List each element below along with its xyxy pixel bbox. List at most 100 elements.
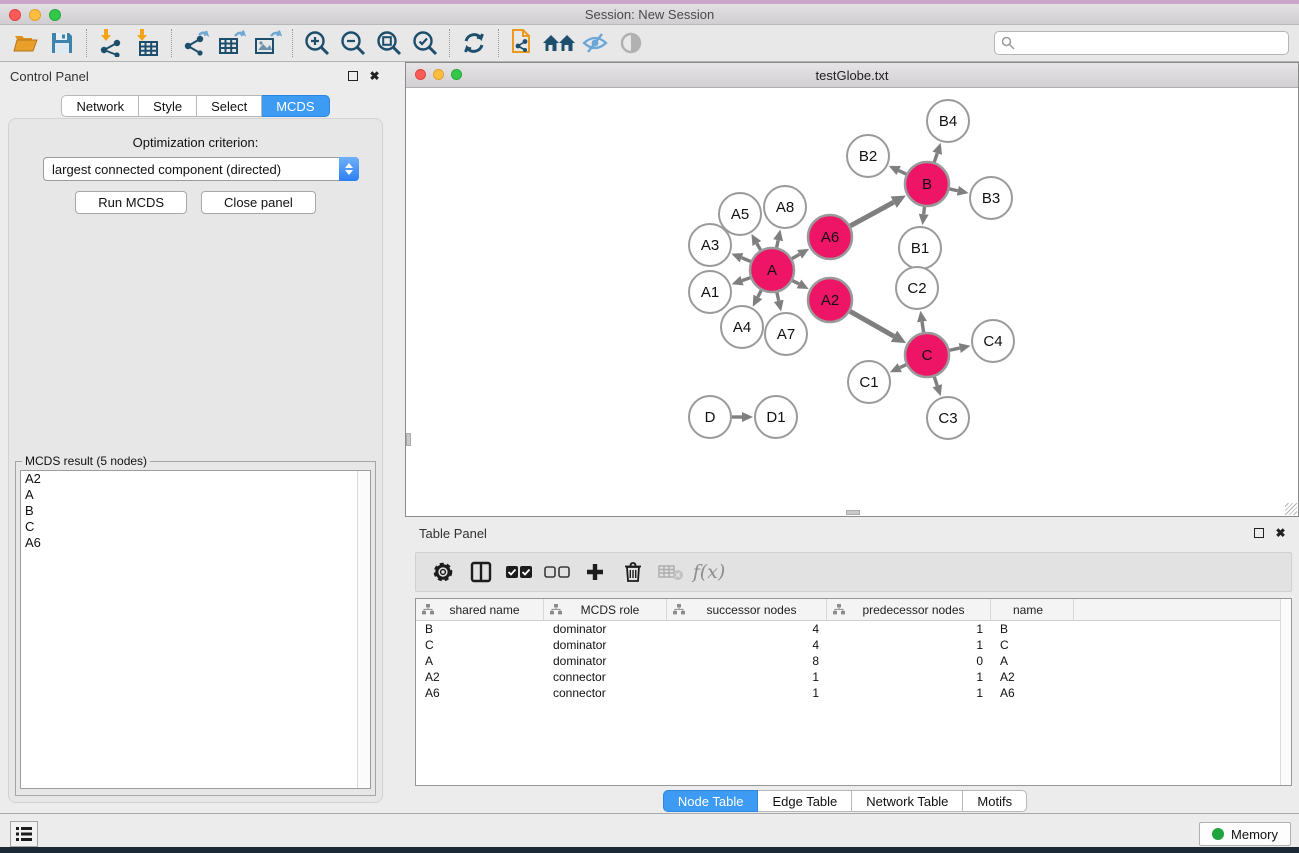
- table-cell[interactable]: 1: [827, 685, 991, 701]
- column-header-MCDS-role[interactable]: MCDS role: [544, 599, 667, 620]
- table-cell[interactable]: B: [416, 621, 544, 637]
- import-table-icon[interactable]: [129, 28, 165, 58]
- table-cell[interactable]: connector: [544, 669, 667, 685]
- home-icon[interactable]: [541, 28, 577, 58]
- float-table-panel-icon[interactable]: [1252, 527, 1265, 540]
- graph-edge-A-A3[interactable]: [742, 258, 751, 262]
- graph-node-A[interactable]: A: [750, 248, 794, 292]
- tab-edge-table[interactable]: Edge Table: [758, 790, 852, 812]
- graph-node-D1[interactable]: D1: [755, 396, 797, 438]
- float-panel-icon[interactable]: [346, 70, 359, 83]
- tab-select[interactable]: Select: [197, 95, 262, 117]
- network-canvas[interactable]: B4B2BB3A5A8A6A3B1AC2A1A2A4A7C4CC1DD1C3: [406, 88, 1298, 516]
- column-header-successor-nodes[interactable]: successor nodes: [667, 599, 827, 620]
- graph-node-C4[interactable]: C4: [972, 320, 1014, 362]
- graph-node-C[interactable]: C: [905, 333, 949, 377]
- graph-node-A3[interactable]: A3: [689, 224, 731, 266]
- network-window-titlebar[interactable]: testGlobe.txt: [406, 63, 1298, 88]
- search-input[interactable]: [994, 31, 1289, 55]
- table-cell[interactable]: 4: [667, 637, 827, 653]
- mcds-result-item[interactable]: B: [21, 503, 370, 519]
- import-network-icon[interactable]: [93, 28, 129, 58]
- table-cell[interactable]: A6: [991, 685, 1074, 701]
- table-row[interactable]: Adominator80A: [416, 653, 1291, 669]
- zoom-fit-icon[interactable]: [371, 28, 407, 58]
- table-cell[interactable]: C: [991, 637, 1074, 653]
- graph-node-A4[interactable]: A4: [721, 306, 763, 348]
- close-window-button[interactable]: [9, 9, 21, 21]
- tab-node-table[interactable]: Node Table: [663, 790, 759, 812]
- table-cell[interactable]: dominator: [544, 637, 667, 653]
- graph-edge-B-B3[interactable]: [949, 189, 957, 191]
- graph-edge-B-B2[interactable]: [899, 171, 907, 175]
- criterion-dropdown[interactable]: largest connected component (directed): [43, 157, 359, 181]
- save-floppy-icon[interactable]: [44, 28, 80, 58]
- graph-edge-A-A6[interactable]: [792, 254, 800, 258]
- mcds-result-item[interactable]: A: [21, 487, 370, 503]
- list-scrollbar[interactable]: [357, 471, 370, 788]
- zoom-out-icon[interactable]: [335, 28, 371, 58]
- graph-edge-C-C2[interactable]: [922, 322, 924, 333]
- export-image-icon[interactable]: [250, 28, 286, 58]
- minimize-network-window-button[interactable]: [433, 69, 444, 80]
- graph-edge-A-A4[interactable]: [758, 290, 761, 297]
- hide-panel-eye-icon[interactable]: [577, 28, 613, 58]
- show-panel-eye-icon[interactable]: [613, 28, 649, 58]
- table-cell[interactable]: 8: [667, 653, 827, 669]
- close-panel-button[interactable]: Close panel: [201, 191, 316, 214]
- table-cell[interactable]: 1: [827, 621, 991, 637]
- table-row[interactable]: A2connector11A2: [416, 669, 1291, 685]
- table-cell[interactable]: B: [991, 621, 1074, 637]
- graph-node-A6[interactable]: A6: [808, 215, 852, 259]
- graph-edge-A-A7[interactable]: [777, 292, 779, 300]
- table-cell[interactable]: A2: [416, 669, 544, 685]
- add-column-icon[interactable]: [578, 557, 612, 587]
- table-cell[interactable]: A: [416, 653, 544, 669]
- graph-node-A5[interactable]: A5: [719, 193, 761, 235]
- close-table-panel-icon[interactable]: ✖: [1274, 527, 1287, 540]
- zoom-window-button[interactable]: [49, 9, 61, 21]
- table-cell[interactable]: 4: [667, 621, 827, 637]
- table-row[interactable]: Cdominator41C: [416, 637, 1291, 653]
- graph-node-C3[interactable]: C3: [927, 397, 969, 439]
- graph-edge-B-B1[interactable]: [924, 207, 925, 214]
- graph-edge-A-A2[interactable]: [792, 281, 798, 284]
- graph-node-B3[interactable]: B3: [970, 177, 1012, 219]
- graph-node-B[interactable]: B: [905, 162, 949, 206]
- zoom-in-icon[interactable]: [299, 28, 335, 58]
- split-columns-icon[interactable]: [464, 557, 498, 587]
- table-scrollbar[interactable]: [1280, 599, 1291, 785]
- tab-network[interactable]: Network: [61, 95, 139, 117]
- graph-node-B4[interactable]: B4: [927, 100, 969, 142]
- graph-node-C1[interactable]: C1: [848, 361, 890, 403]
- table-row[interactable]: A6connector11A6: [416, 685, 1291, 701]
- tab-network-table[interactable]: Network Table: [852, 790, 963, 812]
- zoom-selected-icon[interactable]: [407, 28, 443, 58]
- network-horizontal-scrollbar[interactable]: [406, 510, 1298, 516]
- table-cell[interactable]: connector: [544, 685, 667, 701]
- tab-style[interactable]: Style: [139, 95, 197, 117]
- graph-edge-A-A1[interactable]: [742, 278, 750, 281]
- refresh-icon[interactable]: [456, 28, 492, 58]
- gear-icon[interactable]: [426, 557, 460, 587]
- graph-edge-A6-B[interactable]: [850, 202, 893, 226]
- open-folder-icon[interactable]: [8, 28, 44, 58]
- graph-edge-A2-C[interactable]: [850, 311, 894, 336]
- task-history-button[interactable]: [10, 821, 38, 847]
- graph-node-A1[interactable]: A1: [689, 271, 731, 313]
- tab-motifs[interactable]: Motifs: [963, 790, 1027, 812]
- deselect-all-icon[interactable]: [540, 557, 574, 587]
- table-cell[interactable]: 1: [827, 637, 991, 653]
- table-cell[interactable]: 1: [827, 669, 991, 685]
- window-resize-grip[interactable]: [1285, 503, 1297, 515]
- close-network-window-button[interactable]: [415, 69, 426, 80]
- mcds-result-item[interactable]: A2: [21, 471, 370, 487]
- graph-edge-C-C3[interactable]: [934, 377, 937, 386]
- tab-mcds[interactable]: MCDS: [262, 95, 329, 117]
- graph-edge-C-C1[interactable]: [900, 365, 906, 368]
- table-cell[interactable]: dominator: [544, 653, 667, 669]
- table-cell[interactable]: 1: [667, 685, 827, 701]
- graph-edge-C-C4[interactable]: [949, 348, 959, 350]
- column-header-name[interactable]: name: [991, 599, 1074, 620]
- minimize-window-button[interactable]: [29, 9, 41, 21]
